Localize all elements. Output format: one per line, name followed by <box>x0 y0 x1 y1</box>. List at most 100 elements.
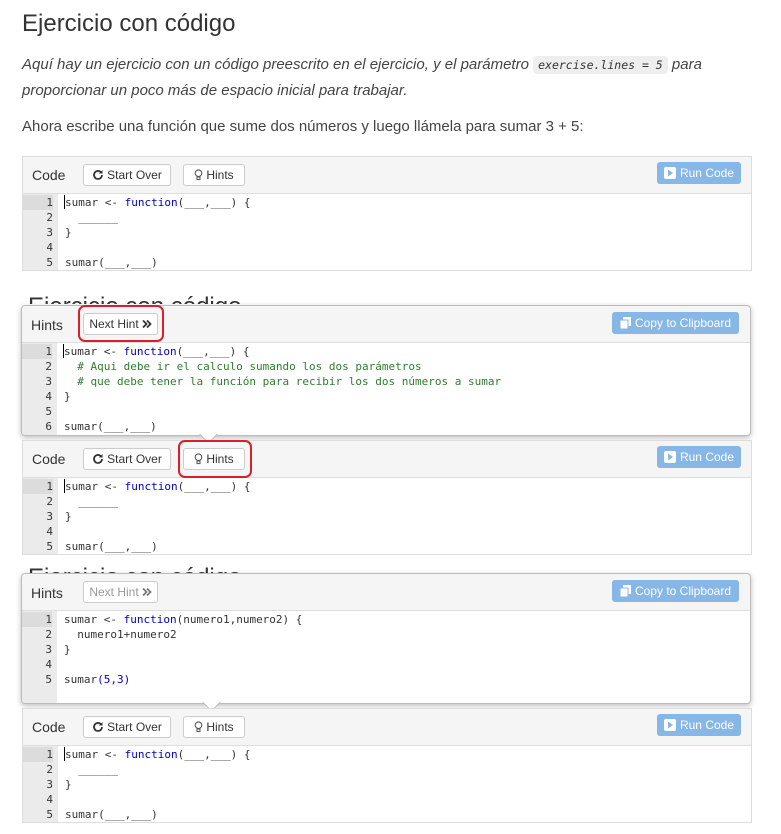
code-text: sumar <- <box>65 748 125 761</box>
start-over-button[interactable]: Start Over <box>83 716 171 738</box>
line-number: 1 <box>23 479 53 494</box>
code-text: ______ <box>65 495 118 508</box>
code-line: 5 sumar(___,___) <box>23 807 751 822</box>
hints-button[interactable]: Hints <box>183 164 245 186</box>
start-over-button[interactable]: Start Over <box>83 448 171 470</box>
code-text: sumar <- <box>65 480 125 493</box>
code-keyword: function <box>124 748 178 761</box>
line-number: 2 <box>45 628 52 641</box>
hints-label: Hints <box>206 452 234 466</box>
code-line: 1 sumar <- function(___,___) { <box>23 195 751 210</box>
code-line: 5 <box>22 404 750 419</box>
hints-label: Hints <box>206 168 234 182</box>
start-over-label: Start Over <box>107 720 162 734</box>
next-hint-label: Next Hint <box>89 585 139 599</box>
hint-header: Hints Next Hint Copy to Clipboard <box>22 574 750 611</box>
play-icon <box>663 451 676 463</box>
start-over-label: Start Over <box>107 168 162 182</box>
run-code-label: Run Code <box>679 166 735 180</box>
code-text: sumar(___,___) <box>65 256 158 269</box>
code-line: 6 sumar(___,___) <box>22 419 750 434</box>
hint-code-view[interactable]: 1 sumar <- function(___,___) { 2 # Aqui d… <box>22 343 750 435</box>
exercise-header: Code Start Over Hints Run Code <box>23 709 751 746</box>
run-code-button[interactable]: Run Code <box>657 446 741 468</box>
start-over-button[interactable]: Start Over <box>83 164 171 186</box>
exercise-header: Code Start Over Hints Run Code <box>23 441 751 478</box>
code-line: 5 sumar(___,___) <box>23 539 751 554</box>
code-line: 2 # Aqui debe ir el calculo sumando los … <box>22 359 750 374</box>
code-label: Code <box>32 719 66 735</box>
ghost-title: Ejercicio con código <box>28 287 241 304</box>
hint-code-view[interactable]: 1 sumar <- function(numero1,numero2) { 2 … <box>22 611 750 703</box>
exercise-panel: Code Start Over Hints Run Code 1 sumar <-… <box>22 156 752 271</box>
next-hint-label: Next Hint <box>89 317 139 331</box>
refresh-icon <box>93 170 104 180</box>
code-text: sumar <- <box>64 613 124 626</box>
code-comment: # que debe tener la función para recibir… <box>64 375 502 388</box>
play-icon <box>663 167 676 179</box>
hint-header: Hints Next Hint Copy to Clipboard <box>22 306 750 343</box>
code-line: 1 sumar <- function(numero1,numero2) { <box>22 612 750 627</box>
exercise-panel: Code Start Over Hints Run Code 1 sumar <-… <box>22 708 752 823</box>
next-hint-button[interactable]: Next Hint <box>83 313 158 335</box>
code-line: 3 # que debe tener la función para recib… <box>22 374 750 389</box>
code-text: ______ <box>65 763 118 776</box>
hint-popover: Hints Next Hint Copy to Clipboard 1 sumar… <box>21 573 751 712</box>
ghost-title: Ejercicio con código <box>28 560 241 573</box>
line-number: 3 <box>46 510 53 523</box>
code-line: 4} <box>22 389 750 404</box>
line-number: 4 <box>46 525 53 538</box>
run-code-button[interactable]: Run Code <box>657 162 741 184</box>
code-text: ______ <box>65 211 118 224</box>
hints-title: Hints <box>31 585 63 601</box>
page-title: Ejercicio con código <box>22 10 236 37</box>
line-number: 1 <box>22 344 52 359</box>
line-number: 1 <box>22 612 52 627</box>
code-text: } <box>64 643 71 656</box>
code-keyword: function <box>123 613 177 626</box>
copy-label: Copy to Clipboard <box>634 584 732 598</box>
code-line: 2 ______ <box>23 494 751 509</box>
code-editor[interactable]: 1 sumar <- function(___,___) { 2 ______ 3… <box>23 194 751 270</box>
code-line: 3} <box>23 777 751 792</box>
lightbulb-icon <box>194 453 203 465</box>
hints-button[interactable]: Hints <box>183 448 245 470</box>
hints-button[interactable]: Hints <box>183 716 245 738</box>
code-line: 2 ______ <box>23 210 751 225</box>
copy-to-clipboard-button[interactable]: Copy to Clipboard <box>612 580 739 602</box>
hints-title: Hints <box>31 317 63 333</box>
copy-label: Copy to Clipboard <box>634 316 732 330</box>
code-line: 3} <box>22 642 750 657</box>
exercise-panel: Code Start Over Hints Run Code 1 sumar <-… <box>22 440 752 555</box>
lightbulb-icon <box>194 721 203 733</box>
ghost-title-text: Ejercicio con código <box>28 564 241 573</box>
ghost-title-text: Ejercicio con código <box>28 293 241 304</box>
code-text: (___,___) { <box>177 748 251 761</box>
refresh-icon <box>93 454 104 464</box>
code-line: 2 ______ <box>23 762 751 777</box>
hint-popover: Hints Next Hint Copy to Clipboard 1 sumar… <box>21 305 751 444</box>
code-text: sumar <- <box>64 345 124 358</box>
line-number: 2 <box>46 495 53 508</box>
code-keyword: function <box>123 345 177 358</box>
code-editor[interactable]: 1 sumar <- function(___,___) { 2 ______ 3… <box>23 478 751 554</box>
line-number: 3 <box>46 226 53 239</box>
code-line: 1 sumar <- function(___,___) { <box>23 479 751 494</box>
next-hint-button[interactable]: Next Hint <box>83 581 158 603</box>
line-number: 3 <box>45 643 52 656</box>
code-text: (numero1,numero2) { <box>176 613 303 626</box>
code-text: } <box>64 390 71 403</box>
code-keyword: function <box>124 480 178 493</box>
line-number: 4 <box>45 390 52 403</box>
line-number: 5 <box>46 540 53 553</box>
code-line: 4 <box>23 524 751 539</box>
line-number: 2 <box>46 763 53 776</box>
copy-icon <box>619 317 631 329</box>
task-text: Ahora escribe una función que sume dos n… <box>22 118 584 135</box>
code-keyword: function <box>124 196 178 209</box>
run-code-button[interactable]: Run Code <box>657 714 741 736</box>
lightbulb-icon <box>194 169 203 181</box>
code-editor[interactable]: 1 sumar <- function(___,___) { 2 ______ 3… <box>23 746 751 822</box>
copy-to-clipboard-button[interactable]: Copy to Clipboard <box>612 312 739 334</box>
intro-code: exercise.lines = 5 <box>533 56 668 74</box>
